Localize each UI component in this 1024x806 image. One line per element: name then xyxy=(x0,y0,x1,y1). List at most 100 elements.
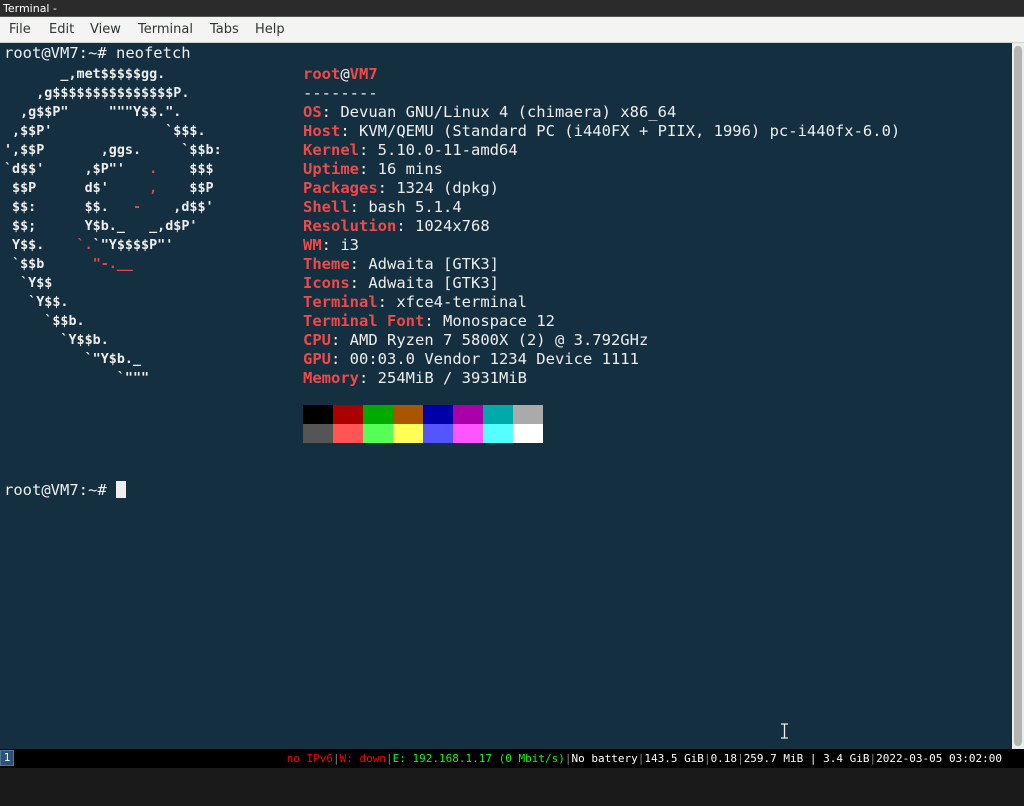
status-segment: E: 192.168.1.17 (0 Mbit/s) xyxy=(392,752,565,765)
status-segment: no IPv6 xyxy=(286,752,334,765)
shell-prompt: root@VM7:~# xyxy=(4,481,116,499)
menu-file[interactable]: File xyxy=(9,22,31,37)
ascii-art-segment: - xyxy=(133,200,142,215)
info-value: Adwaita [GTK3] xyxy=(368,274,499,292)
ascii-art-segment: , xyxy=(149,181,158,196)
ascii-art-segment: `d$$' ,$P"' xyxy=(4,162,150,177)
info-colon: : xyxy=(396,217,415,235)
color-swatch xyxy=(393,405,423,424)
color-swatch xyxy=(303,424,333,443)
ascii-art-segment: `Y$$ xyxy=(4,276,53,291)
menu-edit[interactable]: Edit xyxy=(49,22,74,37)
info-row: Terminal: xfce4-terminal xyxy=(303,293,900,312)
ascii-art-segment: `""" xyxy=(4,371,150,386)
info-row: Terminal Font: Monospace 12 xyxy=(303,312,900,331)
info-colon: : xyxy=(359,141,378,159)
hostname: VM7 xyxy=(349,65,378,83)
scrollbar-thumb[interactable] xyxy=(1014,46,1022,746)
info-key: Packages xyxy=(303,179,378,197)
info-value: 5.10.0-11-amd64 xyxy=(377,141,518,159)
info-value: 254MiB / 3931MiB xyxy=(377,369,527,387)
text-cursor xyxy=(115,481,126,498)
ascii-art-segment: `$$b. xyxy=(4,314,85,329)
info-row: OS: Devuan GNU/Linux 4 (chimaera) x86_64 xyxy=(303,103,900,122)
menu-terminal[interactable]: Terminal xyxy=(138,22,193,37)
ascii-art-segment: `$$b xyxy=(4,257,93,272)
color-swatch xyxy=(333,405,363,424)
info-colon: : xyxy=(424,312,443,330)
status-segment: 143.5 GiB xyxy=(644,752,704,765)
window-titlebar: Terminal - xyxy=(0,0,1024,17)
info-value: 16 mins xyxy=(377,160,443,178)
info-value: 1024x768 xyxy=(415,217,490,235)
info-colon: : xyxy=(359,369,378,387)
ascii-art-segment: `Y$$. xyxy=(4,295,69,310)
info-row: Resolution: 1024x768 xyxy=(303,217,900,236)
info-key: Resolution xyxy=(303,217,397,235)
info-row: Packages: 1324 (dpkg) xyxy=(303,179,900,198)
ascii-art-segment: ,g$$$$$$$$$$$$$$$P. xyxy=(4,86,190,101)
prompt-line: root@VM7:~# xyxy=(4,481,126,500)
info-key: Memory xyxy=(303,369,359,387)
info-colon: : xyxy=(321,103,341,121)
status-segment: W: down xyxy=(339,752,387,765)
status-segment: 2022-03-05 03:02:00 xyxy=(876,752,1002,765)
workspace-button[interactable]: 1 xyxy=(0,750,14,766)
info-colon: : xyxy=(331,350,350,368)
info-colon: : xyxy=(340,122,359,140)
ascii-art-segment: $$; Y$b._ _,d$P' xyxy=(4,219,198,234)
command-line-neofetch: root@VM7:~# neofetch xyxy=(4,44,191,62)
color-swatch xyxy=(453,424,483,443)
ascii-art-segment: ,d$$' xyxy=(141,200,214,215)
i3-status-bar: 1 no IPv6 | W: down | E: 192.168.1.17 (0 Mbi… xyxy=(0,749,1024,768)
status-separator: | xyxy=(703,752,711,765)
info-colon: : xyxy=(349,198,369,216)
color-swatch xyxy=(423,405,453,424)
color-swatch xyxy=(453,405,483,424)
ascii-art-segment: ',$$P ,ggs. `$$b: xyxy=(4,143,222,158)
info-value: xfce4-terminal xyxy=(396,293,527,311)
color-swatch xyxy=(393,424,423,443)
info-colon: : xyxy=(349,255,369,273)
info-colon: : xyxy=(331,331,350,349)
info-key: Kernel xyxy=(303,141,359,159)
mouse-ibeam-cursor-icon xyxy=(781,723,788,739)
menubar: File Edit View Terminal Tabs Help xyxy=(0,17,1024,43)
info-colon: : xyxy=(349,274,369,292)
info-row: CPU: AMD Ryzen 7 5800X (2) @ 3.792GHz xyxy=(303,331,900,350)
info-value: i3 xyxy=(340,236,360,254)
info-key: Terminal xyxy=(303,293,378,311)
info-value: KVM/QEMU (Standard PC (i440FX + PIIX, 19… xyxy=(359,122,901,140)
info-value: bash 5.1.4 xyxy=(368,198,462,216)
info-key: Uptime xyxy=(303,160,359,178)
ascii-art-segment: _,met$$$$$gg. xyxy=(4,67,166,82)
separator-line: -------- xyxy=(303,84,378,102)
color-palette xyxy=(303,405,543,443)
system-info: root@VM7 -------- OS: Devuan GNU/Linux 4… xyxy=(303,65,900,388)
ascii-art-segment: "-.__ xyxy=(92,257,133,272)
color-swatch xyxy=(363,405,393,424)
debian-swirl-ascii-logo: _,met$$$$$gg. ,g$$$$$$$$$$$$$$$P. ,g$$P"… xyxy=(4,65,222,388)
info-key: Icons xyxy=(303,274,350,292)
info-row: Kernel: 5.10.0-11-amd64 xyxy=(303,141,900,160)
status-separator: | xyxy=(737,752,744,765)
at-sign: @ xyxy=(340,65,350,83)
color-swatch xyxy=(483,405,513,424)
info-key: Theme xyxy=(303,255,350,273)
menu-help[interactable]: Help xyxy=(255,22,285,37)
info-key: OS xyxy=(303,103,322,121)
color-swatch xyxy=(303,405,333,424)
status-segment: 0.18 xyxy=(710,752,738,765)
terminal-area[interactable]: root@VM7:~# neofetch _,met$$$$$gg. ,g$$$… xyxy=(0,43,1012,749)
menu-tabs[interactable]: Tabs xyxy=(210,22,239,37)
ascii-art-segment: . xyxy=(149,162,158,177)
info-key: WM xyxy=(303,236,322,254)
status-segments: no IPv6 | W: down | E: 192.168.1.17 (0 Mbit/… xyxy=(287,749,1002,768)
ascii-art-segment: $$$ xyxy=(157,162,214,177)
menu-view[interactable]: View xyxy=(90,22,121,37)
user-host-line: root@VM7 xyxy=(303,65,900,84)
ascii-art-segment: `"Y$$$$P"' xyxy=(92,238,174,253)
info-row: Theme: Adwaita [GTK3] xyxy=(303,255,900,274)
info-colon: : xyxy=(321,236,341,254)
info-key: Shell xyxy=(303,198,350,216)
